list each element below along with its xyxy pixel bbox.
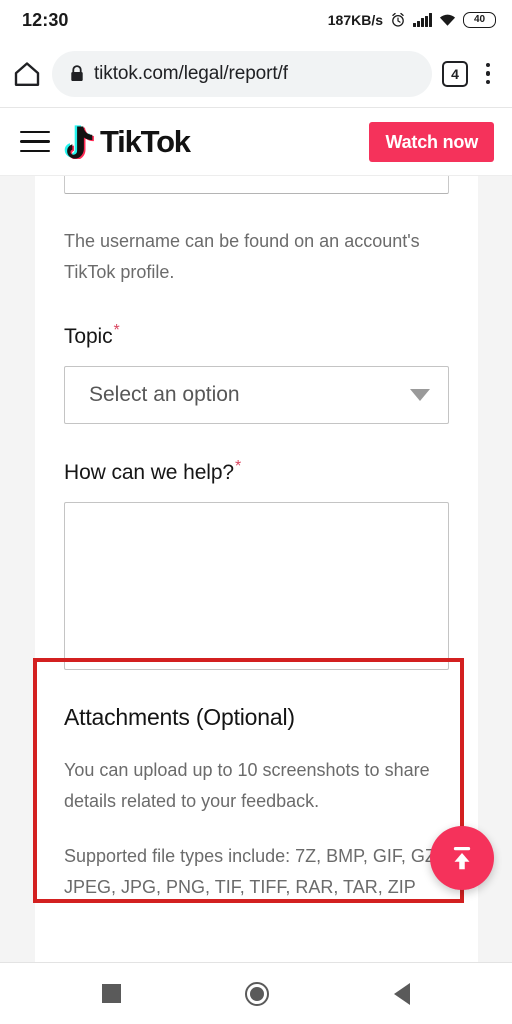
home-icon[interactable] <box>12 59 42 89</box>
attachments-supported-types-text: Supported file types include: 7Z, BMP, G… <box>64 846 441 897</box>
back-triangle-icon[interactable] <box>393 982 410 1005</box>
tab-switcher-icon[interactable]: 4 <box>442 60 468 87</box>
chevron-down-icon <box>410 389 430 401</box>
report-form-card: The username can be found on an account'… <box>35 176 478 962</box>
how-can-we-help-required-marker: * <box>235 458 242 475</box>
tiktok-logo[interactable]: TikTok <box>64 124 191 159</box>
scroll-to-top-fab[interactable] <box>430 826 494 890</box>
alarm-icon <box>392 12 404 27</box>
home-circle-icon[interactable] <box>245 981 270 1006</box>
page-scroll-area[interactable]: The username can be found on an account'… <box>0 176 512 962</box>
topic-select-value: Select an option <box>89 383 240 406</box>
browser-toolbar: tiktok.com/legal/report/f 4 <box>0 40 512 108</box>
tiktok-wordmark: TikTok <box>100 124 191 159</box>
tiktok-note-icon <box>64 124 94 159</box>
signal-icon <box>413 13 432 27</box>
upload-to-top-icon <box>453 847 471 870</box>
battery-level-label: 40 <box>473 14 486 25</box>
topic-label-text: Topic <box>64 325 113 348</box>
recents-square-icon[interactable] <box>102 984 122 1003</box>
status-clock: 12:30 <box>22 9 69 30</box>
url-text: tiktok.com/legal/report/f <box>94 62 288 84</box>
username-help-text: The username can be found on an account'… <box>64 231 420 282</box>
wifi-icon <box>439 14 456 26</box>
overflow-menu-icon[interactable] <box>478 60 498 88</box>
how-can-we-help-label-text: How can we help? <box>64 461 234 484</box>
how-can-we-help-textarea[interactable] <box>64 502 449 670</box>
username-input[interactable] <box>64 176 449 194</box>
hamburger-icon[interactable] <box>20 130 50 153</box>
android-navigation-bar <box>0 962 512 1024</box>
topic-required-marker: * <box>113 322 120 339</box>
topic-label: Topic* <box>64 322 449 349</box>
network-speed-label: 187KB/s <box>327 12 384 28</box>
phone-screen: 12:30 187KB/s 40 tiktok.com/legal/report… <box>0 0 512 1024</box>
attachments-upload-limit-text: You can upload up to 10 screenshots to s… <box>64 760 430 811</box>
url-bar[interactable]: tiktok.com/legal/report/f <box>52 50 432 97</box>
battery-icon: 40 <box>463 12 496 28</box>
how-can-we-help-label: How can we help?* <box>64 458 449 485</box>
status-icons: 187KB/s 40 <box>328 12 496 28</box>
watch-now-button[interactable]: Watch now <box>369 121 494 162</box>
site-header: TikTok Watch now <box>0 108 512 176</box>
topic-select[interactable]: Select an option <box>64 366 449 424</box>
attachments-title: Attachments (Optional) <box>64 704 295 730</box>
lock-icon <box>71 65 83 81</box>
status-bar: 12:30 187KB/s 40 <box>0 0 512 40</box>
